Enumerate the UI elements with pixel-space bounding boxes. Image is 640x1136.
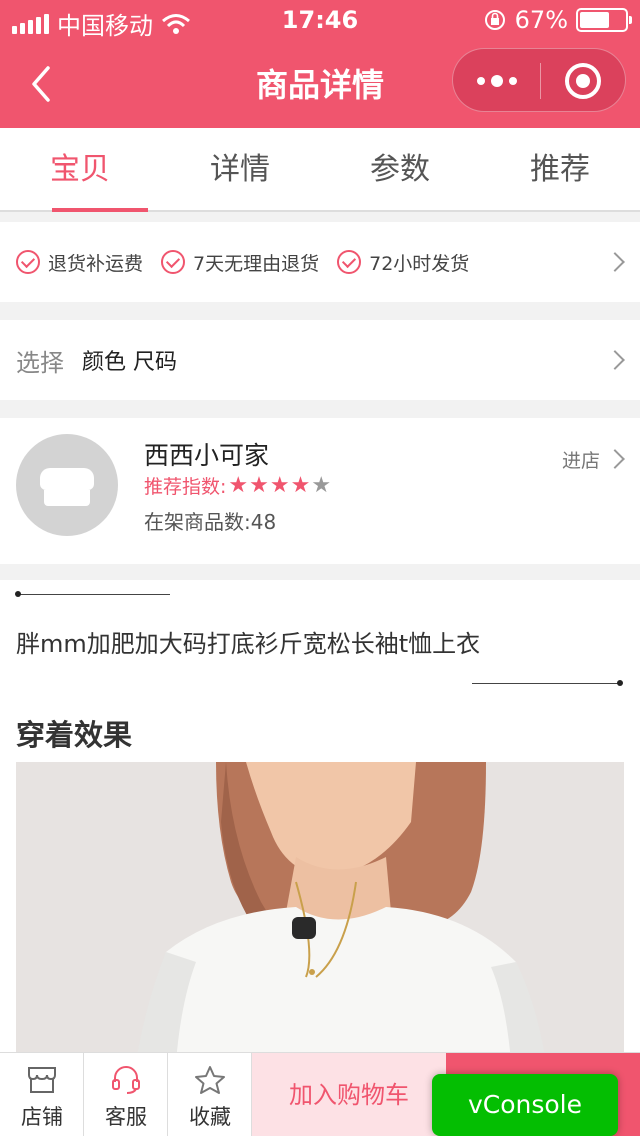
divider — [15, 591, 170, 597]
add-to-cart-button[interactable]: 加入购物车 — [252, 1053, 446, 1136]
customer-service-button[interactable]: 客服 — [84, 1053, 168, 1136]
target-circle-icon[interactable] — [565, 63, 601, 99]
product-photo[interactable] — [16, 762, 624, 1052]
vconsole-button[interactable]: vConsole — [432, 1074, 618, 1136]
shop-product-count: 在架商品数:48 — [144, 510, 277, 534]
service-guarantees[interactable]: 退货补运费 7天无理由退货 72小时发货 — [0, 222, 640, 302]
tab-details[interactable]: 详情 — [160, 128, 320, 210]
product-detail-page: 中国移动 17:46 67% 商品详情 宝贝 详情 参数 推荐 退货补运费 7天… — [0, 0, 640, 1136]
section-title: 穿着效果 — [16, 718, 133, 752]
shop-name: 西西小可家 — [144, 441, 270, 470]
star-filled-icon: ★ — [269, 472, 290, 498]
tab-bar: 宝贝 详情 参数 推荐 — [0, 128, 640, 212]
battery-icon — [576, 8, 632, 32]
check-circle-icon — [161, 250, 186, 274]
rating-label: 推荐指数: — [144, 476, 227, 498]
product-content: 胖mm加肥加大码打底衫斤宽松长袖t恤上衣 穿着效果 — [0, 580, 640, 1052]
model-photo-illustration — [16, 762, 624, 1052]
service-item: 7天无理由退货 — [161, 249, 319, 276]
shop-button[interactable]: 店铺 — [0, 1053, 84, 1136]
chevron-right-icon — [605, 252, 625, 272]
select-label: 选择 — [16, 348, 64, 377]
battery-percent: 67% — [514, 6, 568, 34]
star-filled-icon: ★ — [249, 472, 269, 498]
header: 中国移动 17:46 67% 商品详情 — [0, 0, 640, 128]
tab-baobei[interactable]: 宝贝 — [0, 128, 160, 212]
star-icon — [195, 1066, 225, 1094]
favorite-button[interactable]: 收藏 — [168, 1053, 252, 1136]
rotation-lock-icon — [484, 10, 505, 30]
star-filled-icon: ★ — [290, 472, 311, 498]
chevron-right-icon — [605, 449, 625, 469]
divider — [472, 680, 623, 686]
tab-params[interactable]: 参数 — [320, 128, 480, 210]
enter-shop-link[interactable]: 进店 — [562, 446, 600, 473]
battery-level — [580, 12, 610, 28]
product-title: 胖mm加肥加大码打底衫斤宽松长袖t恤上衣 — [16, 630, 481, 658]
mini-program-capsule — [452, 48, 626, 112]
shop-card: 西西小可家 推荐指数: ★ ★ ★ ★ ★ 在架商品数:48 进店 — [0, 418, 640, 564]
shop-avatar[interactable] — [16, 434, 118, 536]
check-circle-icon — [337, 250, 362, 274]
more-dots-icon[interactable] — [477, 71, 523, 91]
star-filled-icon: ★ — [228, 472, 249, 498]
spec-selector[interactable]: 选择 颜色 尺码 — [0, 320, 640, 400]
tab-recommend[interactable]: 推荐 — [480, 128, 640, 210]
service-item: 退货补运费 — [16, 249, 143, 276]
select-options: 颜色 尺码 — [82, 350, 177, 375]
star-empty-icon: ★ — [311, 472, 332, 498]
service-item: 72小时发货 — [337, 249, 469, 276]
headset-icon — [112, 1066, 140, 1094]
store-icon — [40, 468, 94, 490]
check-circle-icon — [16, 250, 40, 274]
rating-stars: ★ ★ ★ ★ ★ — [228, 472, 332, 498]
store-icon — [28, 1067, 56, 1093]
status-bar: 中国移动 17:46 67% — [0, 0, 640, 40]
shop-rating: 推荐指数: ★ ★ ★ ★ ★ — [144, 472, 332, 499]
chevron-right-icon — [605, 350, 625, 370]
